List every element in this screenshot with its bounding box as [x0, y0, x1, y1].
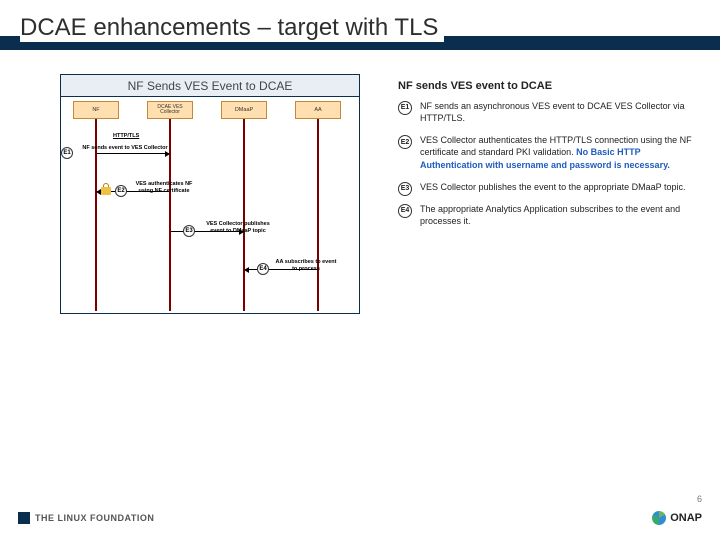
- right-circle-e2: E2: [398, 135, 412, 149]
- lf-square-icon: [18, 512, 30, 524]
- right-text-e4: The appropriate Analytics Application su…: [420, 204, 680, 226]
- step-e1-circle: E1: [61, 147, 73, 159]
- step-e2-circle: E2: [115, 185, 127, 197]
- step-e4-label: AA subscribes to event to process: [273, 259, 339, 272]
- linux-foundation-logo: THE LINUX FOUNDATION: [18, 512, 154, 524]
- lane-aa: AA: [295, 101, 341, 119]
- onap-text: ONAP: [670, 512, 702, 524]
- right-text-e3: VES Collector publishes the event to the…: [420, 182, 686, 192]
- diagram-header: NF Sends VES Event to DCAE: [61, 75, 359, 97]
- right-item-e3: E3 VES Collector publishes the event to …: [398, 181, 698, 193]
- onap-mark-icon: [652, 511, 666, 525]
- footer: THE LINUX FOUNDATION ONAP: [0, 506, 720, 530]
- page-number: 6: [697, 494, 702, 504]
- lifeline-dmaap: [243, 119, 245, 311]
- step-e2-label: VES authenticates NF using NF certificat…: [129, 181, 199, 194]
- step-e3-circle: E3: [183, 225, 195, 237]
- step-e3-label: VES Collector publishes event to DMaaP t…: [199, 221, 277, 234]
- onap-logo: ONAP: [652, 511, 702, 525]
- step-e1-label: NF sends event to VES Collector: [75, 145, 175, 152]
- right-text-e2-pre: VES Collector authenticates the HTTP/TLS…: [420, 135, 692, 157]
- right-circle-e4: E4: [398, 204, 412, 218]
- right-text-e1: NF sends an asynchronous VES event to DC…: [420, 101, 685, 123]
- right-item-e2: E2 VES Collector authenticates the HTTP/…: [398, 134, 698, 170]
- tls-label: HTTP/TLS: [113, 133, 139, 139]
- diagram-body: NF DCAE VES Collector DMaaP AA HTTP/TLS …: [61, 97, 359, 315]
- slide: DCAE enhancements – target with TLS NF S…: [0, 0, 720, 540]
- right-item-e1: E1 NF sends an asynchronous VES event to…: [398, 100, 698, 124]
- right-item-e4: E4 The appropriate Analytics Application…: [398, 203, 698, 227]
- step-e4-circle: E4: [257, 263, 269, 275]
- right-circle-e1: E1: [398, 101, 412, 115]
- lane-nf: NF: [73, 101, 119, 119]
- lf-text: THE LINUX FOUNDATION: [35, 513, 154, 523]
- right-title: NF sends VES event to DCAE: [398, 80, 552, 92]
- lifeline-aa: [317, 119, 319, 311]
- lane-collector: DCAE VES Collector: [147, 101, 193, 119]
- right-list: E1 NF sends an asynchronous VES event to…: [398, 100, 698, 237]
- sequence-diagram: NF Sends VES Event to DCAE NF DCAE VES C…: [60, 74, 360, 314]
- right-circle-e3: E3: [398, 182, 412, 196]
- slide-title: DCAE enhancements – target with TLS: [20, 14, 444, 42]
- arrow-e1: [97, 153, 169, 154]
- lock-icon: [101, 183, 111, 195]
- lane-dmaap: DMaaP: [221, 101, 267, 119]
